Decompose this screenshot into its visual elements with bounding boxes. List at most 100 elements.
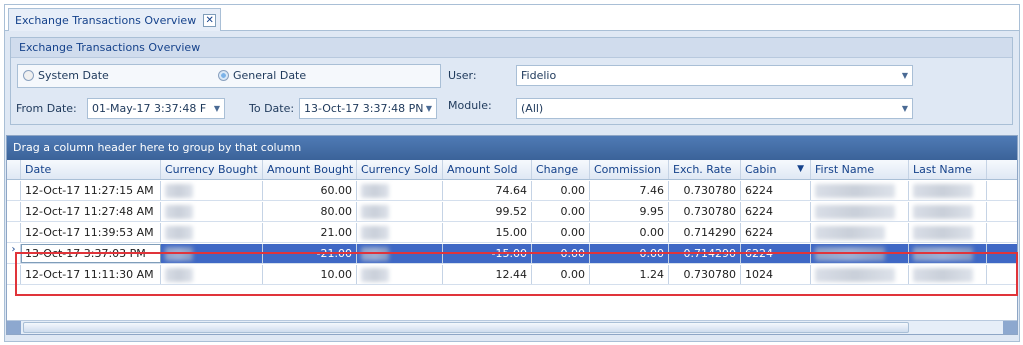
col-change[interactable]: Change	[532, 160, 590, 179]
filter-icon[interactable]: ▼	[797, 160, 804, 179]
scrollbar-thumb[interactable]	[23, 322, 909, 333]
col-commission[interactable]: Commission	[590, 160, 669, 179]
cell-exch-rate[interactable]: 0.714290	[669, 244, 741, 263]
cell-amount-sold[interactable]: 15.00	[443, 223, 532, 242]
module-combo[interactable]: (All) ▼	[516, 98, 913, 119]
tab-exchange-overview[interactable]: Exchange Transactions Overview ✕	[8, 8, 222, 31]
cell-cabin[interactable]: 6224	[741, 181, 811, 200]
cell-amount-bought[interactable]: 80.00	[263, 202, 357, 221]
radio-system-date[interactable]: System Date	[23, 69, 109, 82]
chevron-down-icon[interactable]: ▼	[902, 66, 908, 85]
cell-currency-bought[interactable]	[161, 223, 263, 242]
redacted-value	[913, 205, 973, 219]
cell-commission[interactable]: 0.00	[590, 244, 669, 263]
cell-cabin[interactable]: 6224	[741, 202, 811, 221]
date-type-group: System Date General Date	[17, 64, 441, 88]
redacted-value	[361, 205, 389, 219]
cell-amount-bought[interactable]: -21.00	[263, 244, 357, 263]
filter-panel: Exchange Transactions Overview System Da…	[10, 37, 1013, 125]
to-date-combo[interactable]: 13-Oct-17 3:37:48 PN ▼	[299, 98, 437, 119]
cell-currency-bought[interactable]	[161, 181, 263, 200]
cell-amount-bought[interactable]: 10.00	[263, 265, 357, 284]
cell-change[interactable]: 0.00	[532, 244, 590, 263]
cell-last-name[interactable]	[909, 244, 987, 263]
col-first-name[interactable]: First Name	[811, 160, 909, 179]
cell-currency-sold[interactable]	[357, 181, 443, 200]
cell-currency-sold[interactable]	[357, 202, 443, 221]
cell-last-name[interactable]	[909, 265, 987, 284]
table-row-selected[interactable]: › 13-Oct-17 3:37:03 PM -21.00 -15.00 0.0…	[7, 244, 1017, 264]
cell-date[interactable]: 12-Oct-17 11:27:15 AM	[21, 181, 161, 200]
cell-exch-rate[interactable]: 0.714290	[669, 223, 741, 242]
cell-currency-sold[interactable]	[357, 265, 443, 284]
cell-commission[interactable]: 9.95	[590, 202, 669, 221]
horizontal-scrollbar[interactable]	[7, 320, 1017, 334]
cell-first-name[interactable]	[811, 265, 909, 284]
cell-last-name[interactable]	[909, 181, 987, 200]
cell-commission[interactable]: 0.00	[590, 223, 669, 242]
to-date-value: 13-Oct-17 3:37:48 PN	[304, 102, 424, 115]
table-row[interactable]: 12-Oct-17 11:27:48 AM 80.00 99.52 0.00 9…	[7, 202, 1017, 222]
scroll-right-icon[interactable]	[1003, 321, 1017, 334]
panel-caption: Exchange Transactions Overview	[11, 38, 1012, 58]
radio-general-date[interactable]: General Date	[218, 69, 306, 82]
table-row[interactable]: 12-Oct-17 11:11:30 AM 10.00 12.44 0.00 1…	[7, 265, 1017, 285]
row-indicator: ›	[7, 244, 21, 263]
module-label: Module:	[448, 99, 492, 112]
col-amount-bought[interactable]: Amount Bought	[263, 160, 357, 179]
cell-commission[interactable]: 1.24	[590, 265, 669, 284]
chevron-down-icon[interactable]: ▼	[214, 99, 220, 118]
col-amount-sold[interactable]: Amount Sold	[443, 160, 532, 179]
cell-change[interactable]: 0.00	[532, 202, 590, 221]
col-exch-rate[interactable]: Exch. Rate	[669, 160, 741, 179]
cell-currency-sold[interactable]	[357, 223, 443, 242]
cell-date[interactable]: 12-Oct-17 11:39:53 AM	[21, 223, 161, 242]
cell-date[interactable]: 12-Oct-17 11:11:30 AM	[21, 265, 161, 284]
cell-last-name[interactable]	[909, 223, 987, 242]
cell-cabin[interactable]: 6224	[741, 244, 811, 263]
col-last-name[interactable]: Last Name	[909, 160, 987, 179]
cell-amount-sold[interactable]: 74.64	[443, 181, 532, 200]
cell-cabin[interactable]: 1024	[741, 265, 811, 284]
col-date[interactable]: Date	[21, 160, 161, 179]
chevron-down-icon[interactable]: ▼	[426, 99, 432, 118]
cell-amount-sold[interactable]: -15.00	[443, 244, 532, 263]
cell-first-name[interactable]	[811, 202, 909, 221]
close-icon[interactable]: ✕	[203, 13, 217, 27]
cell-first-name[interactable]	[811, 181, 909, 200]
cell-commission[interactable]: 7.46	[590, 181, 669, 200]
cell-amount-bought[interactable]: 60.00	[263, 181, 357, 200]
cell-currency-bought[interactable]	[161, 265, 263, 284]
cell-amount-sold[interactable]: 12.44	[443, 265, 532, 284]
cell-currency-sold[interactable]	[357, 244, 443, 263]
cell-change[interactable]: 0.00	[532, 181, 590, 200]
redacted-value	[815, 226, 885, 240]
cell-exch-rate[interactable]: 0.730780	[669, 265, 741, 284]
cell-last-name[interactable]	[909, 202, 987, 221]
cell-date[interactable]: 13-Oct-17 3:37:03 PM	[21, 244, 161, 263]
cell-amount-bought[interactable]: 21.00	[263, 223, 357, 242]
cell-currency-bought[interactable]	[161, 202, 263, 221]
table-row[interactable]: 12-Oct-17 11:27:15 AM 60.00 74.64 0.00 7…	[7, 181, 1017, 201]
cell-cabin[interactable]: 6224	[741, 223, 811, 242]
col-currency-sold[interactable]: Currency Sold	[357, 160, 443, 179]
col-currency-bought[interactable]: Currency Bought	[161, 160, 263, 179]
cell-first-name[interactable]	[811, 223, 909, 242]
cell-currency-bought[interactable]	[161, 244, 263, 263]
cell-exch-rate[interactable]: 0.730780	[669, 181, 741, 200]
cell-change[interactable]: 0.00	[532, 223, 590, 242]
col-cabin[interactable]: Cabin ▼	[741, 160, 811, 179]
cell-change[interactable]: 0.00	[532, 265, 590, 284]
chevron-down-icon[interactable]: ▼	[902, 99, 908, 118]
group-by-panel[interactable]: Drag a column header here to group by th…	[7, 136, 1017, 160]
scroll-left-icon[interactable]	[7, 321, 21, 334]
table-row[interactable]: 12-Oct-17 11:39:53 AM 21.00 15.00 0.00 0…	[7, 223, 1017, 243]
user-value: Fidelio	[521, 69, 557, 82]
cell-date[interactable]: 12-Oct-17 11:27:48 AM	[21, 202, 161, 221]
cell-amount-sold[interactable]: 99.52	[443, 202, 532, 221]
cell-first-name[interactable]	[811, 244, 909, 263]
user-combo[interactable]: Fidelio ▼	[516, 65, 913, 86]
cell-exch-rate[interactable]: 0.730780	[669, 202, 741, 221]
redacted-value	[913, 268, 973, 282]
from-date-combo[interactable]: 01-May-17 3:37:48 F ▼	[87, 98, 225, 119]
